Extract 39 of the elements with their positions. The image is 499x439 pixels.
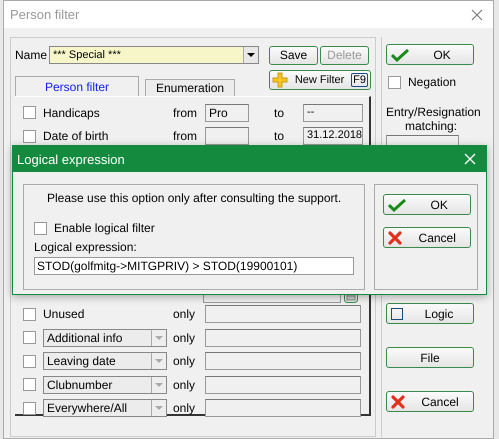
notice-text: Please use this option only after consulting the support. [47,191,342,205]
save-button[interactable]: Save [269,46,318,64]
file-button[interactable]: File [386,347,474,368]
from-field[interactable]: Pro [205,104,249,122]
to-field[interactable]: 31.12.2018 [303,127,363,146]
field-dropdown[interactable]: Clubnumber [43,376,167,394]
to-label: to [274,106,286,120]
new-filter-button[interactable]: New Filter F9 [269,70,371,90]
name-label: Name [15,48,48,62]
tab[interactable]: Enumeration [145,79,236,96]
criterion-label: Date of birth [43,129,110,144]
negation-label: Negation [408,75,456,89]
criterion-label: Unused [43,307,86,322]
ok-button[interactable]: OK [386,44,474,65]
expression-field[interactable]: STOD(golfmitg->MITGPRIV) > STOD(19900101) [34,257,354,275]
from-label: from [173,106,198,120]
dialog-title: Logical expression [17,152,125,166]
criterion-label: Handicaps [43,106,101,120]
enable-label: Enable logical filter [54,221,155,235]
only-label: only [173,354,196,368]
expression-label: Logical expression: [34,240,138,254]
only-label: only [173,401,196,416]
shortcut-key: F9 [351,73,368,87]
field-dropdown[interactable]: Additional info [43,328,167,347]
to-field[interactable]: -- [303,104,363,122]
field-dropdown[interactable]: Leaving date [43,352,167,370]
cancel-button[interactable]: Cancel [383,227,472,248]
tab[interactable]: Person filter [15,76,139,96]
only-label: only [173,330,196,345]
field-dropdown[interactable]: Everywhere/All [43,399,167,418]
name-dropdown[interactable]: *** Special *** [49,46,259,64]
only-label: only [173,307,196,322]
from-label: from [173,129,198,144]
cancel-button[interactable]: Cancel [386,391,474,412]
window-title: Person filter [10,7,80,22]
ok-button[interactable]: OK [383,194,472,215]
to-label: to [274,129,286,144]
logic-button[interactable]: Logic [386,303,474,324]
only-label: only [173,378,196,392]
